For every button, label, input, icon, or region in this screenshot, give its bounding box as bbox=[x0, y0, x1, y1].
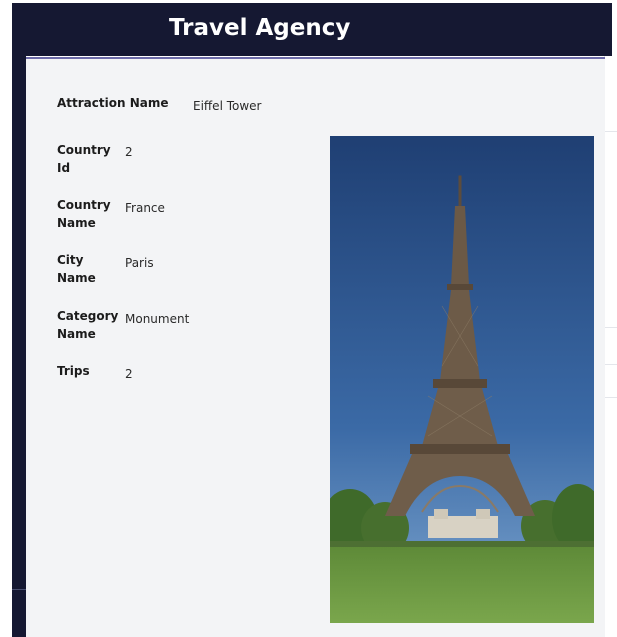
trips-label: Trips bbox=[57, 364, 90, 378]
category-name-value: Monument bbox=[125, 312, 190, 326]
app-title: Travel Agency bbox=[169, 15, 351, 41]
country-id-label: Country Id bbox=[57, 143, 111, 175]
city-name-label: City Name bbox=[57, 253, 96, 285]
city-name-value: Paris bbox=[125, 256, 154, 270]
background-divider bbox=[605, 131, 617, 132]
background-divider bbox=[605, 327, 617, 328]
app-header: Travel Agency bbox=[12, 3, 612, 56]
attraction-detail-panel: Attraction Name Eiffel Tower Country Id … bbox=[26, 57, 605, 637]
attraction-name-value: Eiffel Tower bbox=[193, 99, 262, 113]
background-page-right bbox=[604, 44, 617, 637]
travel-agency-page: Travel Agency Attraction Name Eiffel Tow… bbox=[0, 0, 617, 637]
attraction-name-label: Attraction Name bbox=[57, 96, 169, 110]
country-name-label: Country Name bbox=[57, 198, 111, 230]
country-id-value: 2 bbox=[125, 145, 133, 159]
background-divider bbox=[605, 397, 617, 398]
eiffel-tower-photo bbox=[330, 136, 594, 623]
background-divider bbox=[605, 364, 617, 365]
country-name-value: France bbox=[125, 201, 165, 215]
trips-value: 2 bbox=[125, 367, 133, 381]
category-name-label: Category Name bbox=[57, 309, 119, 341]
sidebar-divider bbox=[12, 589, 26, 590]
left-sidebar-strip bbox=[12, 56, 26, 637]
